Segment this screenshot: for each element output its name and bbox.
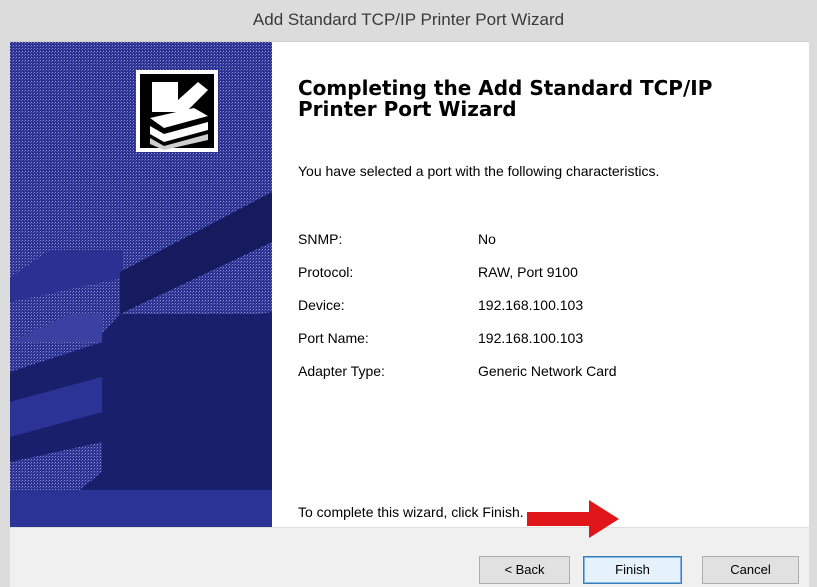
property-label: SNMP:	[298, 231, 343, 247]
property-label: Port Name:	[298, 330, 369, 346]
intro-text: You have selected a port with the follow…	[298, 163, 660, 179]
property-label: Device:	[298, 297, 345, 313]
window-frame-right	[809, 41, 817, 587]
wizard-window: Add Standard TCP/IP Printer Port Wizard	[0, 0, 817, 587]
banner-graphic	[10, 42, 272, 527]
red-arrow-icon	[527, 500, 619, 538]
wizard-footer: < Back Finish Cancel	[10, 528, 809, 587]
outro-text: To complete this wizard, click Finish.	[298, 504, 524, 520]
window-title: Add Standard TCP/IP Printer Port Wizard	[252, 10, 565, 29]
cancel-button[interactable]: Cancel	[702, 556, 799, 584]
property-value: RAW, Port 9100	[478, 264, 578, 280]
back-button[interactable]: < Back	[479, 556, 570, 584]
page-heading: Completing the Add Standard TCP/IP Print…	[298, 76, 713, 121]
wizard-content: Completing the Add Standard TCP/IP Print…	[272, 42, 809, 527]
property-value: Generic Network Card	[478, 363, 617, 379]
wizard-banner	[10, 42, 272, 527]
printer-wizard-icon	[136, 70, 218, 152]
finish-button[interactable]: Finish	[583, 556, 682, 584]
property-value: 192.168.100.103	[478, 297, 584, 313]
property-label: Protocol:	[298, 264, 354, 280]
title-bar[interactable]: Add Standard TCP/IP Printer Port Wizard	[0, 0, 817, 42]
window-frame-left	[0, 41, 10, 587]
property-value: No	[478, 231, 496, 247]
property-value: 192.168.100.103	[478, 330, 584, 346]
property-label: Adapter Type:	[298, 363, 385, 379]
